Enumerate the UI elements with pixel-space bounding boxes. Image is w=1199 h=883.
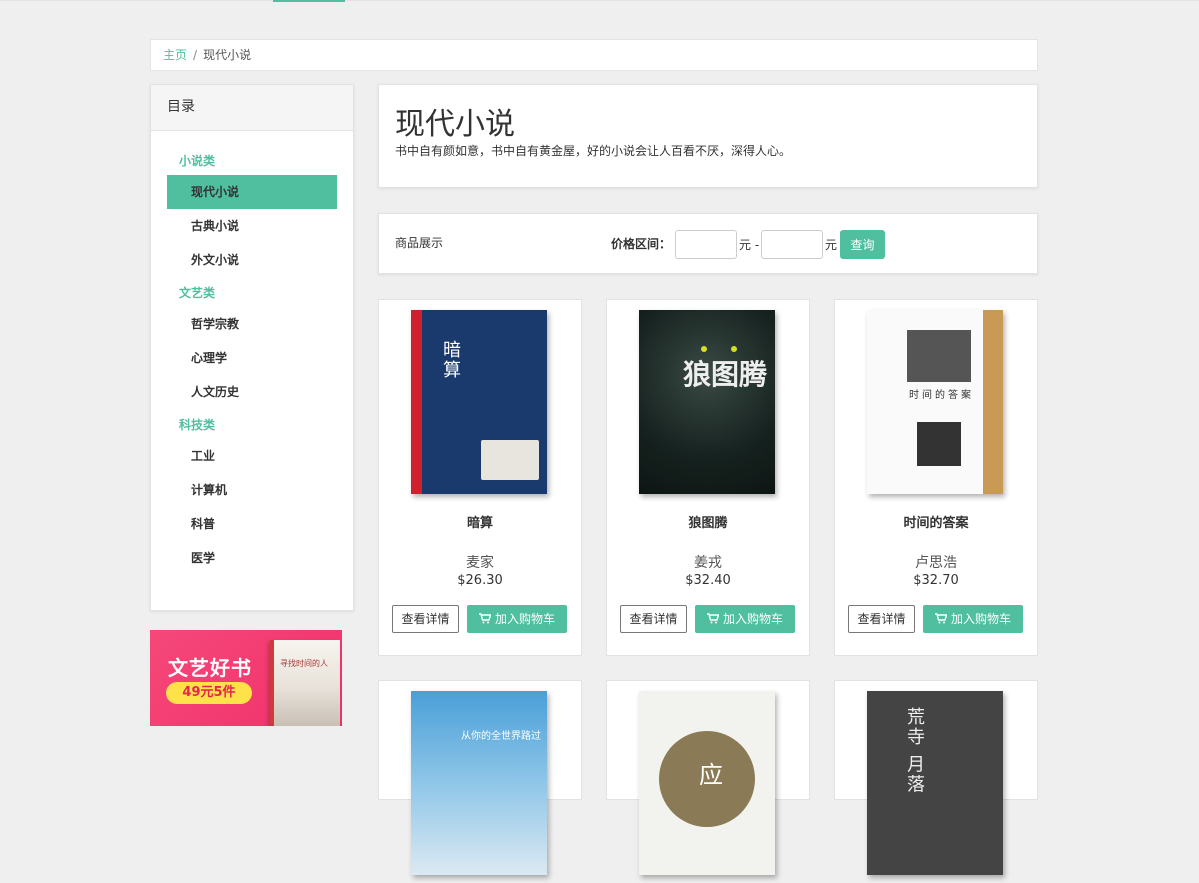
sidebar-item-industry[interactable]: 工业 — [167, 439, 337, 473]
add-to-cart-label: 加入购物车 — [950, 612, 1011, 626]
cart-icon — [478, 606, 492, 634]
product-cover-area[interactable]: 荒寺 月落 — [835, 681, 1037, 883]
product-card: 狼图腾 狼图腾 姜戎 $32.40 查看详情 加入购物车 — [606, 299, 810, 656]
product-card: 荒寺 月落 — [834, 680, 1038, 875]
add-to-cart-button[interactable]: 加入购物车 — [695, 605, 795, 633]
cover-title: 荒寺 月落 — [904, 707, 925, 795]
book-cover-image: 应 — [639, 691, 775, 875]
sidebar-item-medicine[interactable]: 医学 — [167, 541, 337, 575]
sidebar-item-classical-novels[interactable]: 古典小说 — [167, 209, 337, 243]
sidebar-item-humanities-history[interactable]: 人文历史 — [167, 375, 337, 409]
product-price: $32.40 — [685, 573, 731, 588]
cover-title: 暗算 — [440, 340, 461, 380]
product-name: 时间的答案 — [903, 516, 969, 531]
section-label: 商品展示 — [395, 236, 444, 250]
product-cover-area[interactable]: 时间的答案 — [835, 300, 1037, 502]
top-divider — [0, 0, 1199, 1]
min-price-unit: 元 - — [739, 238, 760, 252]
price-range-label: 价格区间： — [611, 237, 672, 251]
sidebar-group-tech: 科技类 — [179, 418, 216, 432]
cart-icon — [706, 606, 720, 634]
product-cover-area[interactable]: 从你的全世界路过 — [379, 681, 581, 883]
promo-banner[interactable]: 文艺好书 49元5件 寻找时间的人 — [150, 630, 342, 726]
product-price: $32.70 — [913, 573, 959, 588]
product-cover-area[interactable]: 暗算 — [379, 300, 581, 502]
promo-deal-badge: 49元5件 — [166, 682, 252, 704]
promo-book-title: 寻找时间的人 — [280, 659, 328, 668]
max-price-input[interactable] — [761, 230, 823, 259]
product-cover-area[interactable]: 狼图腾 — [607, 300, 809, 502]
view-details-button[interactable]: 查看详情 — [620, 605, 687, 633]
book-cover-image: 荒寺 月落 — [867, 691, 1003, 875]
product-author: 麦家 — [466, 555, 494, 571]
sidebar-list: 小说类 现代小说 古典小说 外文小说 文艺类 哲学宗教 心理学 人文历史 科技类… — [151, 131, 353, 575]
sidebar-item-philosophy-religion[interactable]: 哲学宗教 — [167, 307, 337, 341]
book-cover-image: 从你的全世界路过 — [411, 691, 547, 875]
cart-icon — [934, 606, 948, 634]
view-details-button[interactable]: 查看详情 — [392, 605, 459, 633]
cover-photo — [917, 422, 961, 466]
category-header: 现代小说 书中自有颜如意，书中自有黄金屋，好的小说会让人百看不厌，深得人心。 — [378, 84, 1038, 188]
promo-title: 文艺好书 — [168, 656, 252, 680]
sidebar-item-popular-science[interactable]: 科普 — [167, 507, 337, 541]
breadcrumb-home-link[interactable]: 主页 — [163, 48, 187, 62]
product-name: 狼图腾 — [688, 516, 728, 531]
sidebar-group-arts: 文艺类 — [179, 286, 216, 300]
sidebar-title: 目录 — [151, 85, 353, 131]
book-cover-image: 时间的答案 — [867, 310, 1003, 494]
book-cover-image: 狼图腾 — [639, 310, 775, 494]
wolf-eyes-decoration — [701, 346, 741, 352]
cover-title: 从你的全世界路过 — [461, 731, 541, 742]
price-filter-bar: 商品展示 价格区间： 元 - 元 查询 — [378, 213, 1038, 274]
product-cover-area[interactable]: 应 — [607, 681, 809, 883]
product-card: 暗算 暗算 麦家 $26.30 查看详情 加入购物车 — [378, 299, 582, 656]
cover-card-decoration — [481, 440, 539, 480]
add-to-cart-button[interactable]: 加入购物车 — [467, 605, 567, 633]
cover-photo — [907, 330, 971, 382]
product-price: $26.30 — [457, 573, 503, 588]
promo-book-image: 寻找时间的人 — [270, 640, 340, 726]
sidebar-group-novels: 小说类 — [179, 154, 216, 168]
query-button[interactable]: 查询 — [840, 230, 885, 259]
cover-title: 时间的答案 — [909, 390, 974, 401]
category-sidebar: 目录 小说类 现代小说 古典小说 外文小说 文艺类 哲学宗教 心理学 人文历史 … — [150, 84, 354, 611]
product-card: 时间的答案 时间的答案 卢思浩 $32.70 查看详情 加入购物车 — [834, 299, 1038, 656]
min-price-input[interactable] — [675, 230, 737, 259]
add-to-cart-button[interactable]: 加入购物车 — [923, 605, 1023, 633]
cover-title: 应 — [699, 761, 725, 789]
max-price-unit: 元 — [825, 238, 838, 252]
page-description: 书中自有颜如意，书中自有黄金屋，好的小说会让人百看不厌，深得人心。 — [395, 144, 792, 158]
product-author: 姜戎 — [694, 555, 722, 571]
product-author: 卢思浩 — [915, 555, 957, 571]
page-title: 现代小说 — [395, 107, 515, 142]
sidebar-item-psychology[interactable]: 心理学 — [167, 341, 337, 375]
add-to-cart-label: 加入购物车 — [722, 612, 783, 626]
view-details-button[interactable]: 查看详情 — [848, 605, 915, 633]
sidebar-item-foreign-novels[interactable]: 外文小说 — [167, 243, 337, 277]
add-to-cart-label: 加入购物车 — [494, 612, 555, 626]
active-nav-indicator — [273, 0, 345, 2]
product-name: 暗算 — [466, 516, 493, 531]
breadcrumb-current: 现代小说 — [203, 48, 252, 62]
sidebar-item-modern-novels[interactable]: 现代小说 — [167, 175, 337, 209]
breadcrumb-separator: / — [193, 48, 198, 62]
product-card: 应 — [606, 680, 810, 875]
breadcrumb: 主页 / 现代小说 — [150, 39, 1038, 71]
cover-title: 狼图腾 — [683, 358, 768, 391]
sidebar-item-computer[interactable]: 计算机 — [167, 473, 337, 507]
product-card: 从你的全世界路过 — [378, 680, 582, 875]
book-cover-image: 暗算 — [411, 310, 547, 494]
